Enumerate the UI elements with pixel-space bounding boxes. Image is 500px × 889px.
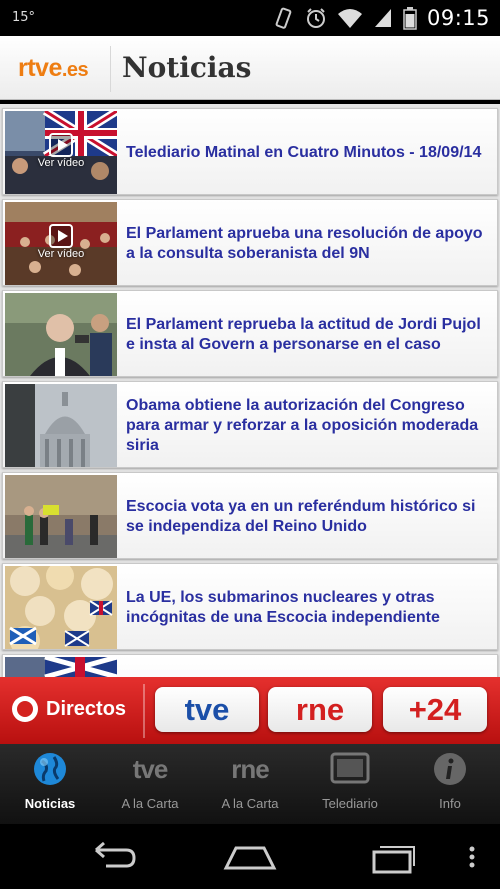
news-thumbnail — [5, 475, 117, 558]
home-icon — [223, 846, 277, 870]
tab-info[interactable]: Info — [400, 744, 500, 824]
news-item[interactable]: Ver vídeo Telediario Matinal en Cuatro M… — [2, 108, 498, 195]
news-item[interactable]: Ver vídeo El Parlament aprueba una resol… — [2, 199, 498, 286]
news-title[interactable]: Telediario Matinal en Cuatro Minutos - 1… — [126, 109, 494, 196]
rne-icon: rne — [231, 753, 269, 784]
header-divider — [110, 46, 111, 92]
home-button[interactable] — [222, 838, 278, 876]
news-title[interactable]: Escocia vota ya en un referéndum históri… — [126, 473, 494, 560]
clock: 09:15 — [426, 6, 490, 30]
news-title[interactable]: El Parlament reprueba la actitud de Jord… — [126, 291, 494, 378]
alarm-icon — [305, 7, 327, 29]
tab-a-la-carta-tve[interactable]: tve A la Carta — [100, 744, 200, 824]
news-item[interactable]: El Parlament reprueba la actitud de Jord… — [2, 290, 498, 377]
signal-icon — [373, 7, 393, 29]
news-thumbnail: Ver vídeo — [5, 111, 117, 194]
news-thumbnail — [5, 657, 117, 677]
tab-telediario[interactable]: Telediario — [300, 744, 400, 824]
recents-button[interactable] — [362, 838, 418, 876]
news-title[interactable]: Obama obtiene la autorización del Congre… — [126, 382, 494, 469]
vibrate-icon — [271, 7, 295, 29]
wifi-icon — [337, 7, 363, 29]
play-icon — [49, 133, 73, 157]
page-title: Noticias — [122, 51, 252, 84]
live-rne-button[interactable]: rne — [268, 687, 372, 732]
live-label[interactable]: Directos — [46, 698, 126, 721]
battery-icon — [403, 6, 417, 30]
news-thumbnail — [5, 566, 117, 649]
play-icon — [49, 224, 73, 248]
back-button[interactable] — [82, 838, 138, 876]
overflow-menu-button[interactable] — [462, 838, 482, 876]
globe-icon — [30, 750, 70, 788]
news-item[interactable]: La UE, los submarinos nucleares y otras … — [2, 563, 498, 650]
news-thumbnail: Ver vídeo — [5, 202, 117, 285]
play-video-button[interactable]: Ver vídeo — [27, 222, 95, 264]
rtve-logo[interactable]: rtve.es — [18, 54, 89, 83]
tv-icon — [330, 750, 370, 788]
news-item[interactable]: Escocia vota ya en un referéndum históri… — [2, 472, 498, 559]
live-tve-button[interactable]: tve — [155, 687, 259, 732]
live-separator — [143, 684, 145, 738]
news-title[interactable]: El Parlament aprueba una resolución de a… — [126, 200, 494, 287]
temperature-indicator: 15° — [12, 10, 36, 25]
tab-noticias[interactable]: Noticias — [0, 744, 100, 824]
tve-icon: tve — [132, 753, 169, 784]
news-thumbnail — [5, 384, 117, 467]
live-icon — [12, 696, 38, 722]
news-item-partial[interactable] — [2, 654, 498, 677]
app-header: rtve.es Noticias — [0, 36, 500, 100]
recents-icon — [372, 846, 415, 874]
live-24h-button[interactable]: +24 — [383, 687, 487, 732]
news-title[interactable]: La UE, los submarinos nucleares y otras … — [126, 564, 494, 651]
news-thumbnail — [5, 293, 117, 376]
news-list[interactable]: Ver vídeo Telediario Matinal en Cuatro M… — [0, 104, 500, 677]
play-video-button[interactable]: Ver vídeo — [27, 131, 95, 173]
back-icon — [95, 841, 136, 868]
status-bar: 15° 09:15 — [0, 0, 500, 36]
tab-a-la-carta-rne[interactable]: rne A la Carta — [200, 744, 300, 824]
info-icon — [430, 750, 470, 788]
news-item[interactable]: Obama obtiene la autorización del Congre… — [2, 381, 498, 468]
overflow-menu-icon — [469, 846, 475, 868]
